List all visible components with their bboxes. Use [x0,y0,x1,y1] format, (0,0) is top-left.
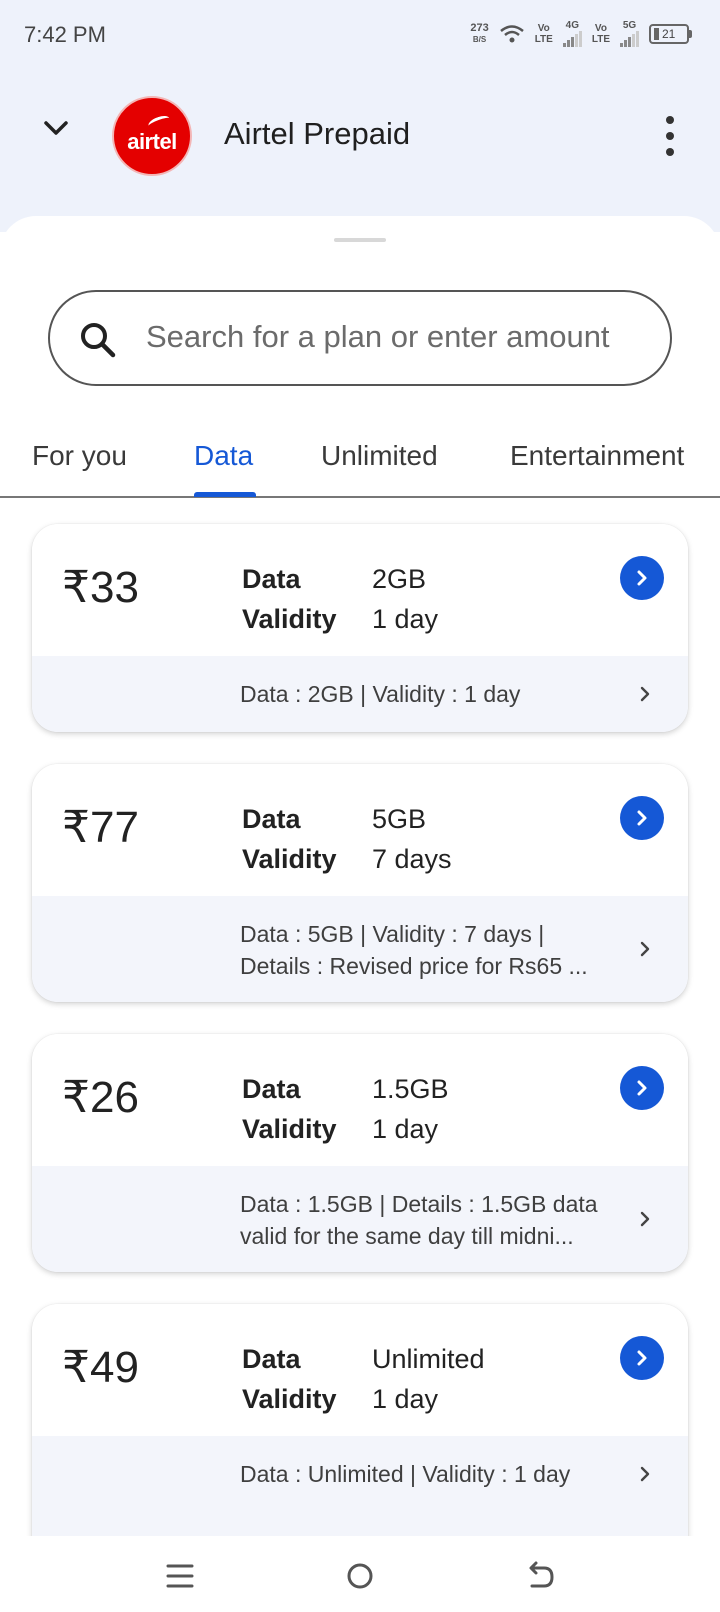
sim2-volte-bottom: LTE [591,33,610,45]
validity-value: 1 day [372,604,439,634]
home-circle-icon[interactable] [340,1556,380,1596]
search-placeholder: Search for a plan or enter amount [146,319,610,354]
search-icon [81,323,116,358]
plan-card-summary: ₹33 Data 2GB Validity 1 day [32,524,688,656]
data-value: 5GB [372,804,427,834]
network-speed: 273 B/S [470,21,489,45]
plan-details-line1: Data : 5GB | Validity : 7 days | [240,921,545,947]
sim2-signal: 5G [620,20,639,47]
chevron-right-icon [640,1211,650,1227]
back-icon[interactable] [520,1556,560,1596]
plan-tabs: For you Data Unlimited Entertainment [0,426,720,498]
logo-text: airtel [127,129,177,154]
page-title: Airtel Prepaid [224,116,411,151]
wifi-icon [499,24,524,42]
plan-card[interactable]: ₹26 Data 1.5GB Validity 1 day Data : 1.5… [32,1034,688,1272]
app-header: airtel Airtel Prepaid [0,90,720,180]
plan-details-row[interactable]: Data : 1.5GB | Details : 1.5GB data vali… [32,1166,688,1272]
plan-details-line2: valid for the same day till midni... [240,1223,574,1249]
plan-price: ₹77 [62,803,139,852]
data-label: Data [242,1344,301,1374]
chevron-right-icon [637,1080,647,1096]
active-tab-indicator [194,492,256,497]
signal-bars-icon [562,31,582,47]
plan-card[interactable]: ₹33 Data 2GB Validity 1 day Data : 2GB |… [32,524,688,732]
tab-data[interactable]: Data [194,440,253,472]
plan-price: ₹26 [62,1073,139,1122]
validity-label: Validity [242,604,337,634]
validity-label: Validity [242,1114,337,1144]
battery-icon: 21 [649,23,692,44]
chevron-right-icon [637,810,647,826]
tab-unlimited[interactable]: Unlimited [321,440,438,472]
chevron-down-icon[interactable] [40,112,72,144]
data-label: Data [242,564,301,594]
plan-details-line2: Details : Revised price for Rs65 ... [240,953,588,979]
sim1-generation: 4G [565,20,580,31]
chevron-right-icon [637,570,647,586]
plan-card-summary: ₹26 Data 1.5GB Validity 1 day [32,1034,688,1166]
chevron-right-icon [637,1350,647,1366]
drag-handle[interactable] [334,238,386,242]
validity-label: Validity [242,1384,337,1414]
tab-for-you[interactable]: For you [32,440,127,472]
battery-level: 21 [662,26,676,41]
status-icons: 273 B/S Vo LTE 4G Vo LTE 5G 21 [470,20,692,47]
chevron-right-icon [640,686,650,702]
plan-details-row[interactable]: Data : 2GB | Validity : 1 day [32,656,688,732]
plan-price: ₹49 [62,1343,139,1392]
plan-select-button[interactable] [620,1066,664,1110]
menu-icon[interactable] [160,1556,200,1596]
airtel-logo: airtel [112,96,192,176]
plan-card[interactable]: ₹77 Data 5GB Validity 7 days Data : 5GB … [32,764,688,1002]
data-label: Data [242,1074,301,1104]
network-speed-unit: B/S [472,34,487,44]
data-value: Unlimited [372,1344,485,1374]
sim2-volte-top: Vo [594,22,607,34]
plan-select-button[interactable] [620,556,664,600]
validity-label: Validity [242,844,337,874]
chevron-right-icon [640,941,650,957]
plan-details-row[interactable]: Data : 5GB | Validity : 7 days | Details… [32,896,688,1002]
plan-details-line1: Data : 2GB | Validity : 1 day [240,681,521,707]
plans-sheet: Search for a plan or enter amount For yo… [0,216,720,1541]
chevron-right-icon [640,1466,650,1482]
sim1-volte: Vo LTE [535,23,553,45]
plan-card-summary: ₹49 Data Unlimited Validity 1 day [32,1304,688,1436]
tab-entertainment[interactable]: Entertainment [510,440,684,472]
sim2-generation: 5G [622,20,637,31]
status-time: 7:42 PM [24,22,106,47]
status-bar: 7:42 PM 273 B/S Vo LTE 4G Vo LTE 5G 21 [0,0,720,70]
data-value: 1.5GB [372,1074,449,1104]
sim1-signal: 4G [562,20,582,47]
sim1-volte-bottom: LTE [534,33,553,45]
system-nav-bar [0,1536,720,1612]
signal-bars-icon [620,31,639,47]
sim2-volte: Vo LTE [592,23,610,45]
search-input[interactable]: Search for a plan or enter amount [48,290,672,386]
plan-card-summary: ₹77 Data 5GB Validity 7 days [32,764,688,896]
plan-card[interactable]: ₹49 Data Unlimited Validity 1 day Data :… [32,1304,688,1541]
plan-select-button[interactable] [620,1336,664,1380]
plan-price: ₹33 [62,563,139,612]
more-vert-icon[interactable] [664,116,676,156]
sim1-volte-top: Vo [537,22,550,34]
plan-details-line1: Data : 1.5GB | Details : 1.5GB data [240,1191,598,1217]
plan-details-line1: Data : Unlimited | Validity : 1 day [240,1461,571,1487]
validity-value: 1 day [372,1114,439,1144]
data-value: 2GB [372,564,427,594]
plan-select-button[interactable] [620,796,664,840]
validity-value: 1 day [372,1384,439,1414]
plan-list: ₹33 Data 2GB Validity 1 day Data : 2GB |… [0,506,720,1541]
plan-details-row[interactable]: Data : Unlimited | Validity : 1 day [32,1436,688,1541]
validity-value: 7 days [372,844,452,874]
data-label: Data [242,804,301,834]
network-speed-value: 273 [470,21,489,34]
